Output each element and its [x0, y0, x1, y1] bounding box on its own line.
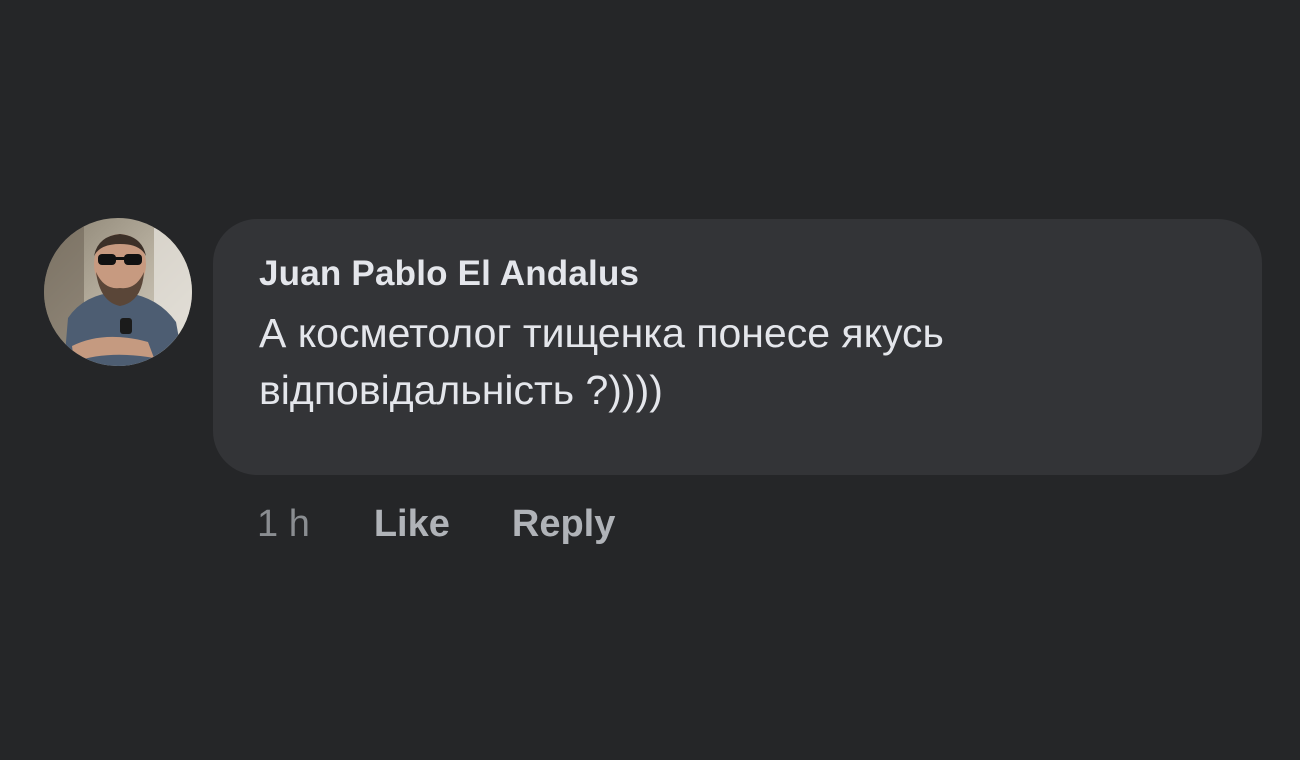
reply-button[interactable]: Reply	[512, 503, 615, 546]
comment-timestamp[interactable]: 1 h	[257, 503, 310, 546]
comment-bubble: Juan Pablo El Andalus А косметолог тищен…	[213, 219, 1262, 475]
author-name[interactable]: Juan Pablo El Andalus	[259, 253, 1232, 295]
comment-text: А косметолог тищенка понесе якусь відпов…	[259, 310, 944, 413]
comment-actions: 1 h Like Reply	[257, 500, 615, 548]
avatar-photo	[44, 218, 192, 366]
author-avatar[interactable]	[44, 218, 192, 366]
like-button[interactable]: Like	[374, 503, 450, 546]
